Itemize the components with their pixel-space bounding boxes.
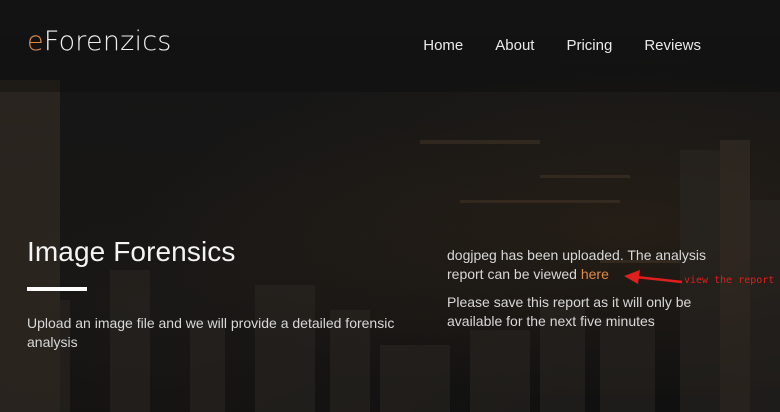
nav-about[interactable]: About bbox=[495, 37, 534, 54]
save-notice: Please save this report as it will only … bbox=[447, 294, 692, 329]
hero-description: Upload an image file and we will provide… bbox=[27, 315, 395, 350]
nav-reviews[interactable]: Reviews bbox=[644, 37, 701, 54]
nav-home[interactable]: Home bbox=[423, 37, 463, 54]
page: eForenzics Home About Pricing Reviews Im… bbox=[0, 0, 780, 412]
annotation-label: view the report bbox=[684, 275, 775, 286]
brand-accent-letter: e bbox=[27, 26, 44, 57]
title-underline bbox=[27, 287, 87, 291]
main-nav: Home About Pricing Reviews bbox=[391, 37, 701, 54]
report-link[interactable]: here bbox=[581, 266, 609, 282]
brand-logo[interactable]: eForenzics bbox=[27, 28, 172, 55]
nav-pricing[interactable]: Pricing bbox=[566, 37, 612, 54]
brand-name: Forenzics bbox=[43, 26, 172, 57]
page-title: Image Forensics bbox=[27, 236, 236, 267]
navbar: eForenzics Home About Pricing Reviews bbox=[0, 0, 780, 92]
